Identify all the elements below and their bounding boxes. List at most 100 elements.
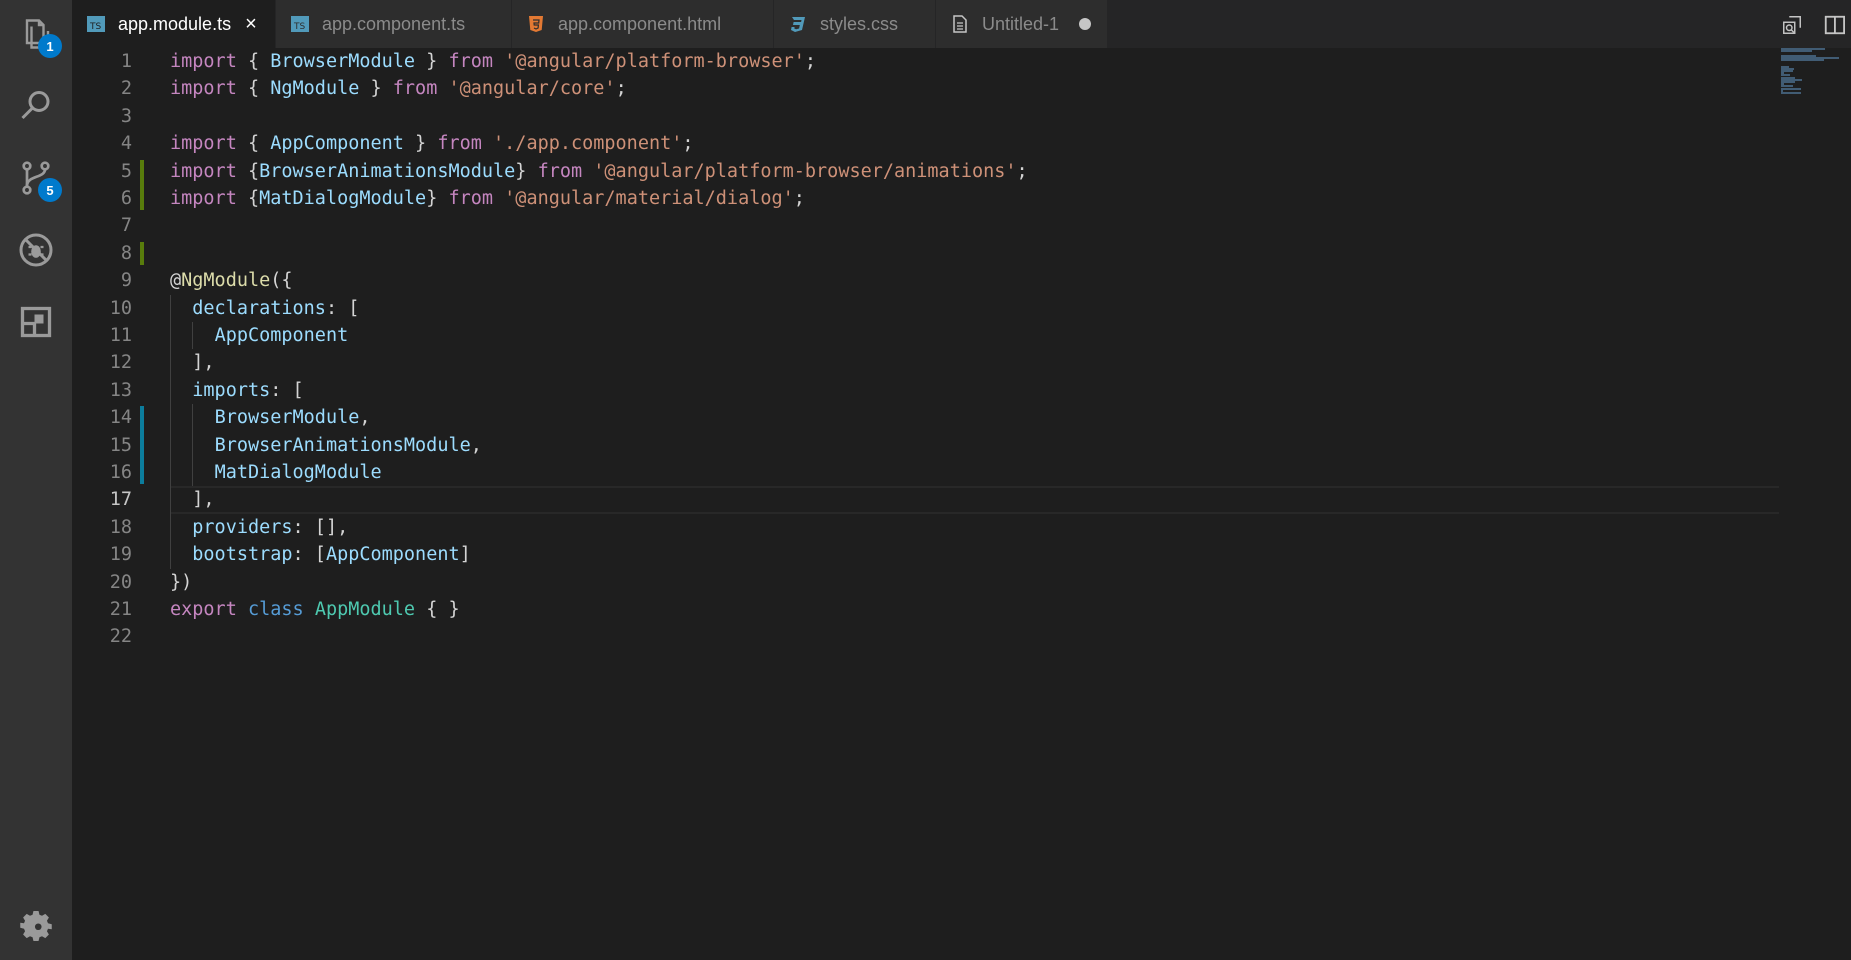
code-line[interactable]: 5 import {BrowserAnimationsModule} from '… (72, 158, 1851, 185)
tab-app-component-html[interactable]: app.component.html (512, 0, 774, 48)
code-line[interactable]: 15 BrowserAnimationsModule, (72, 432, 1851, 459)
added-lines-marker[interactable] (140, 241, 144, 266)
code-line[interactable]: 3 (72, 103, 1851, 130)
code-line[interactable]: 1 import { BrowserModule } from '@angular… (72, 48, 1851, 75)
line-number: 2 (120, 78, 132, 100)
css-file-icon (791, 17, 805, 32)
code-token: }) (170, 571, 193, 593)
code-text: bootstrap: [AppComponent] (170, 541, 471, 568)
tab-label: styles.css (820, 13, 899, 34)
tab-app-component-ts[interactable]: TS app.component.ts (276, 0, 512, 48)
extensions-icon[interactable] (16, 302, 56, 342)
code-line[interactable]: 6 import {MatDialogModule} from '@angular… (72, 185, 1851, 212)
line-number: 17 (109, 489, 132, 511)
code-line[interactable]: 8 (72, 240, 1851, 267)
minimap-line (1781, 59, 1824, 61)
added-lines-marker[interactable] (140, 159, 144, 211)
split-editor-icon[interactable] (1823, 14, 1845, 36)
line-number: 16 (109, 462, 132, 483)
code-line[interactable]: 14 BrowserModule, (72, 404, 1851, 431)
code-token: : [ (325, 297, 360, 319)
code-line[interactable]: 10 declarations: [ (72, 295, 1851, 322)
code-line[interactable]: 22 (72, 623, 1851, 650)
tab-styles-css[interactable]: styles.css (774, 0, 936, 48)
unsaved-dot-icon (1079, 18, 1091, 30)
line-number: 18 (109, 516, 132, 538)
debug-icon[interactable] (16, 230, 56, 270)
minimap[interactable] (1779, 48, 1839, 108)
modified-lines-marker[interactable] (140, 406, 144, 485)
code-text: import {BrowserAnimationsModule} from '@… (170, 158, 1028, 185)
line-number: 22 (109, 626, 132, 648)
tab-label: app.component.ts (322, 13, 466, 34)
code-text: import { AppComponent } from './app.comp… (170, 130, 694, 157)
code-token: '@angular/core' (448, 78, 616, 100)
close-icon[interactable]: × (241, 14, 261, 34)
line-number: 3 (120, 105, 132, 127)
code-token: { (236, 188, 260, 209)
code-token: from (537, 160, 583, 182)
code-token: ; (1016, 160, 1028, 182)
code-line[interactable]: 2 import { NgModule } from '@angular/core… (72, 75, 1851, 102)
code-token: @ (170, 270, 182, 292)
code-token: import (170, 160, 237, 182)
code-line[interactable]: 9 @NgModule({ (72, 267, 1851, 294)
code-token: ] (459, 544, 471, 566)
code-token: MatDialogModule (214, 462, 382, 483)
code-line[interactable]: 12 ], (72, 349, 1851, 376)
code-line[interactable]: 21 export class AppModule { } (72, 596, 1851, 623)
code-token: declarations (192, 297, 326, 319)
code-token: } (515, 160, 538, 182)
explorer-icon[interactable]: 1 (16, 14, 62, 58)
code-line[interactable]: 7 (72, 212, 1851, 239)
line-number: 12 (109, 352, 132, 374)
code-line[interactable]: 13 imports: [ (72, 377, 1851, 404)
code-line[interactable]: 4 import { AppComponent } from './app.com… (72, 130, 1851, 157)
typescript-file-icon: TS (291, 16, 309, 32)
line-number: 14 (109, 407, 132, 429)
open-changes-icon[interactable] (1781, 14, 1803, 36)
code-token: ({ (270, 270, 293, 292)
code-token: '@angular/material/dialog' (504, 188, 794, 209)
code-line[interactable]: 17 ], (72, 486, 1851, 514)
code-token: AppComponent (325, 544, 460, 566)
gear-icon[interactable] (18, 908, 54, 944)
code-line[interactable]: 16 MatDialogModule (72, 459, 1851, 486)
svg-text:TS: TS (89, 22, 101, 32)
line-number: 7 (120, 215, 132, 237)
code-token: NgModule (181, 270, 271, 292)
search-icon[interactable] (16, 86, 56, 126)
code-token: AppComponent (270, 133, 404, 155)
code-token: AppModule (314, 599, 416, 620)
code-editor[interactable]: 1 import { BrowserModule } from '@angular… (72, 48, 1851, 960)
tab-untitled-1[interactable]: Untitled-1 (936, 0, 1108, 48)
code-token: MatDialogModule (259, 188, 427, 209)
code-text: AppComponent (170, 322, 349, 349)
code-text: import { BrowserModule } from '@angular/… (170, 48, 816, 75)
code-line[interactable]: 19 bootstrap: [AppComponent] (72, 541, 1851, 568)
line-number: 15 (109, 434, 132, 456)
line-number: 19 (109, 544, 132, 566)
code-token: { (236, 78, 271, 100)
code-token: AppComponent (214, 325, 349, 346)
source-control-icon[interactable]: 5 (16, 158, 62, 202)
code-text: declarations: [ (170, 295, 359, 322)
code-line[interactable]: 20}) (72, 569, 1851, 596)
source-control-badge: 5 (38, 178, 62, 202)
line-number: 21 (109, 599, 132, 620)
code-line[interactable]: 18 providers: [], (72, 514, 1851, 541)
code-token: export (170, 599, 237, 620)
line-number: 9 (120, 270, 132, 292)
tab-app-module-ts[interactable]: TS app.module.ts × (72, 0, 276, 48)
code-token: from (437, 133, 482, 155)
code-token: ; (615, 78, 627, 100)
code-line[interactable]: 11 AppComponent (72, 322, 1851, 349)
line-number: 20 (109, 571, 132, 593)
code-token: } (426, 188, 449, 209)
